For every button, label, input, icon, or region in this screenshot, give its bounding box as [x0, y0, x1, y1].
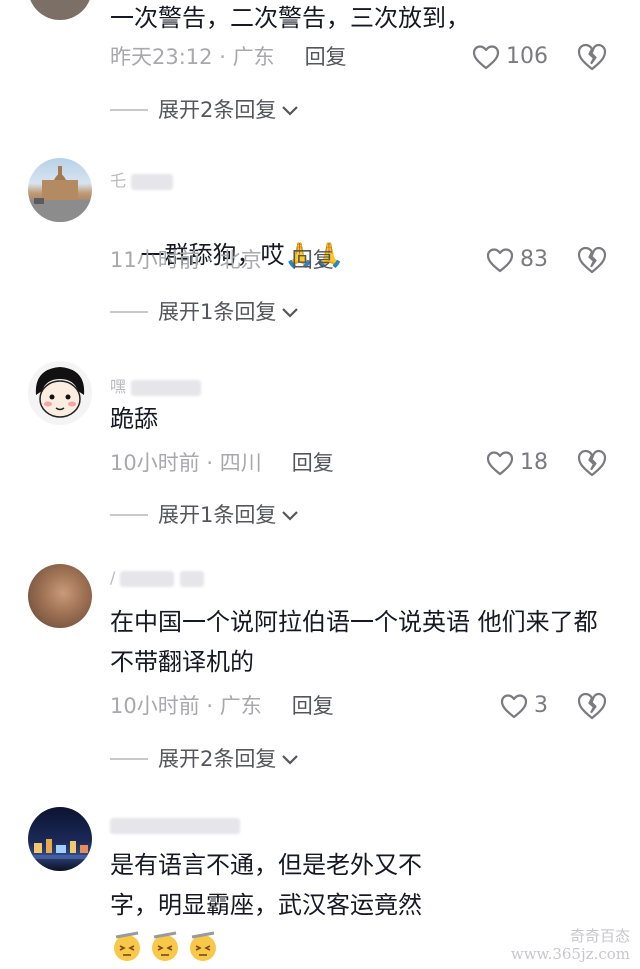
comment-location: 广东: [232, 45, 275, 69]
like-count: 18: [520, 450, 548, 475]
watermark: 奇奇百态 www.365jz.com: [511, 927, 630, 963]
emoji-row: [110, 929, 220, 963]
watermark-url: www.365jz.com: [510, 945, 630, 963]
heart-icon: [486, 451, 514, 476]
broken-heart-icon[interactable]: [576, 41, 608, 73]
comment-text: 在中国一个说阿拉伯语一个说英语 他们来了都不带翻译机的: [110, 608, 598, 676]
like-button[interactable]: 106: [472, 41, 548, 73]
broken-heart-icon[interactable]: [576, 690, 608, 722]
avatar[interactable]: [28, 361, 92, 425]
exhausted-emoji-icon: [114, 931, 140, 961]
comment-text: 一次警告，二次警告，三次放到，: [110, 4, 470, 32]
like-button[interactable]: 3: [500, 690, 548, 722]
comment-time: 10小时前: [110, 451, 200, 475]
comment-time: 昨天23:12: [110, 45, 213, 69]
divider-line: [110, 311, 148, 313]
expand-replies-button[interactable]: 展开1条回复: [110, 297, 300, 327]
heart-icon: [500, 694, 528, 719]
chevron-down-icon: [282, 308, 299, 318]
exhausted-emoji-icon: [152, 931, 178, 961]
comment-time: 10小时前: [110, 694, 200, 718]
divider-line: [110, 109, 148, 111]
reply-button[interactable]: 回复: [292, 694, 334, 718]
expand-replies-button[interactable]: 展开2条回复: [110, 95, 300, 125]
building-icon: [28, 166, 92, 222]
comment-text: 跪舔: [110, 405, 158, 433]
comment-location: 广东: [219, 694, 262, 718]
avatar[interactable]: [28, 807, 92, 871]
username[interactable]: [110, 815, 240, 835]
reply-button[interactable]: 回复: [292, 451, 334, 475]
broken-heart-icon[interactable]: [576, 244, 608, 276]
reply-button[interactable]: 回复: [305, 45, 347, 69]
expand-replies-button[interactable]: 展开2条回复: [110, 744, 300, 774]
heart-icon: [486, 248, 514, 273]
chevron-down-icon: [282, 106, 299, 116]
broken-heart-icon[interactable]: [576, 447, 608, 479]
comment-location: 北京: [219, 248, 262, 272]
comment-text: 是有语言不通，但是老外又不 字，明显霸座，武汉客运竟然: [110, 851, 422, 919]
like-button[interactable]: 18: [486, 447, 548, 479]
comment-time: 11小时前: [110, 248, 200, 272]
divider-line: [110, 514, 148, 516]
username[interactable]: 嘿: [110, 373, 202, 396]
username[interactable]: 乇: [110, 167, 174, 190]
avatar[interactable]: [28, 564, 92, 628]
comment-meta: 昨天23:12 · 广东 回复: [110, 45, 347, 69]
exhausted-emoji-icon: [190, 931, 216, 961]
like-count: 83: [520, 247, 548, 272]
chevron-down-icon: [282, 511, 299, 521]
watermark-brand: 奇奇百态: [569, 927, 630, 945]
chevron-down-icon: [282, 755, 299, 765]
comment-meta: 10小时前 · 四川 回复: [110, 451, 334, 475]
expand-replies-button[interactable]: 展开1条回复: [110, 500, 300, 530]
comment-meta: 11小时前 · 北京 回复: [110, 248, 334, 272]
like-count: 106: [506, 44, 548, 69]
comment-meta: 10小时前 · 广东 回复: [110, 694, 334, 718]
avatar[interactable]: [28, 158, 92, 222]
divider-line: [110, 758, 148, 760]
like-button[interactable]: 83: [486, 244, 548, 276]
username[interactable]: /: [110, 568, 204, 588]
heart-icon: [472, 45, 500, 70]
night-city-icon: [28, 839, 92, 859]
cartoon-face-icon: [35, 367, 85, 418]
avatar[interactable]: [28, 0, 92, 20]
like-count: 3: [534, 693, 548, 718]
comment-location: 四川: [219, 451, 262, 475]
reply-button[interactable]: 回复: [292, 248, 334, 272]
